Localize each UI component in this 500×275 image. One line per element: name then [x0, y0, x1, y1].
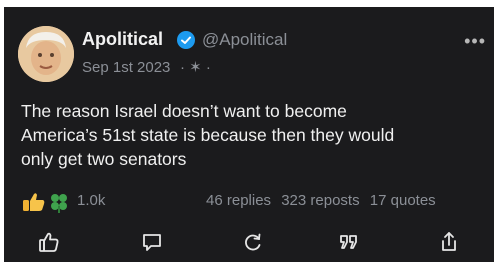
post-card: Apolitical @Apolitical Sep 1st 2023 · ✶ … — [4, 7, 494, 262]
quote-icon[interactable] — [336, 229, 362, 255]
more-options-button[interactable]: ••• — [464, 31, 486, 52]
repost-icon[interactable] — [240, 229, 266, 255]
post-stats: 46 replies 323 reposts 17 quotes — [206, 192, 442, 209]
like-count[interactable]: 1.0k — [77, 192, 105, 209]
thumbs-up-icon[interactable] — [36, 229, 62, 255]
post-text: The reason Israel doesn’t want to become… — [21, 99, 486, 171]
reaction-icons[interactable] — [21, 190, 73, 214]
post-text-line: America’s 51st state is because then the… — [21, 125, 395, 145]
author-handle[interactable]: @Apolitical — [202, 30, 287, 50]
post-date[interactable]: Sep 1st 2023 — [82, 59, 170, 76]
post-text-line: only get two senators — [21, 149, 187, 169]
audience-indicator: · ✶ · — [180, 59, 211, 76]
replies-count[interactable]: 46 replies — [206, 192, 271, 209]
post-text-line: The reason Israel doesn’t want to become — [21, 101, 347, 121]
action-bar — [4, 229, 494, 257]
author-name[interactable]: Apolitical — [82, 29, 163, 50]
avatar[interactable] — [18, 26, 74, 82]
reposts-count[interactable]: 323 reposts — [281, 192, 359, 209]
verified-badge-icon — [176, 30, 196, 50]
comment-icon[interactable] — [139, 229, 165, 255]
share-icon[interactable] — [436, 229, 462, 255]
quotes-count[interactable]: 17 quotes — [370, 192, 436, 209]
